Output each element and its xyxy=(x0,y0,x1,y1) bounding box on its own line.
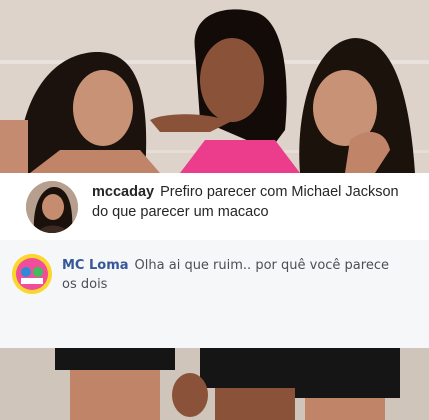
avatar-logo-icon xyxy=(12,254,52,294)
avatar[interactable] xyxy=(12,254,52,294)
comment-username[interactable]: MC Loma xyxy=(62,258,129,273)
avatar[interactable] xyxy=(26,181,78,233)
facebook-comment-text: MC Loma Olha ai que ruim.. por quê você p… xyxy=(62,256,402,294)
instagram-comment-text: mccaday Prefiro parecer com Michael Jacks… xyxy=(92,182,412,222)
facebook-comment-card: MC Loma Olha ai que ruim.. por quê você p… xyxy=(0,240,429,348)
avatar-photo-icon xyxy=(26,181,78,233)
comment-username[interactable]: mccaday xyxy=(92,184,154,200)
instagram-comment-card: mccaday Prefiro parecer com Michael Jacks… xyxy=(0,173,429,240)
